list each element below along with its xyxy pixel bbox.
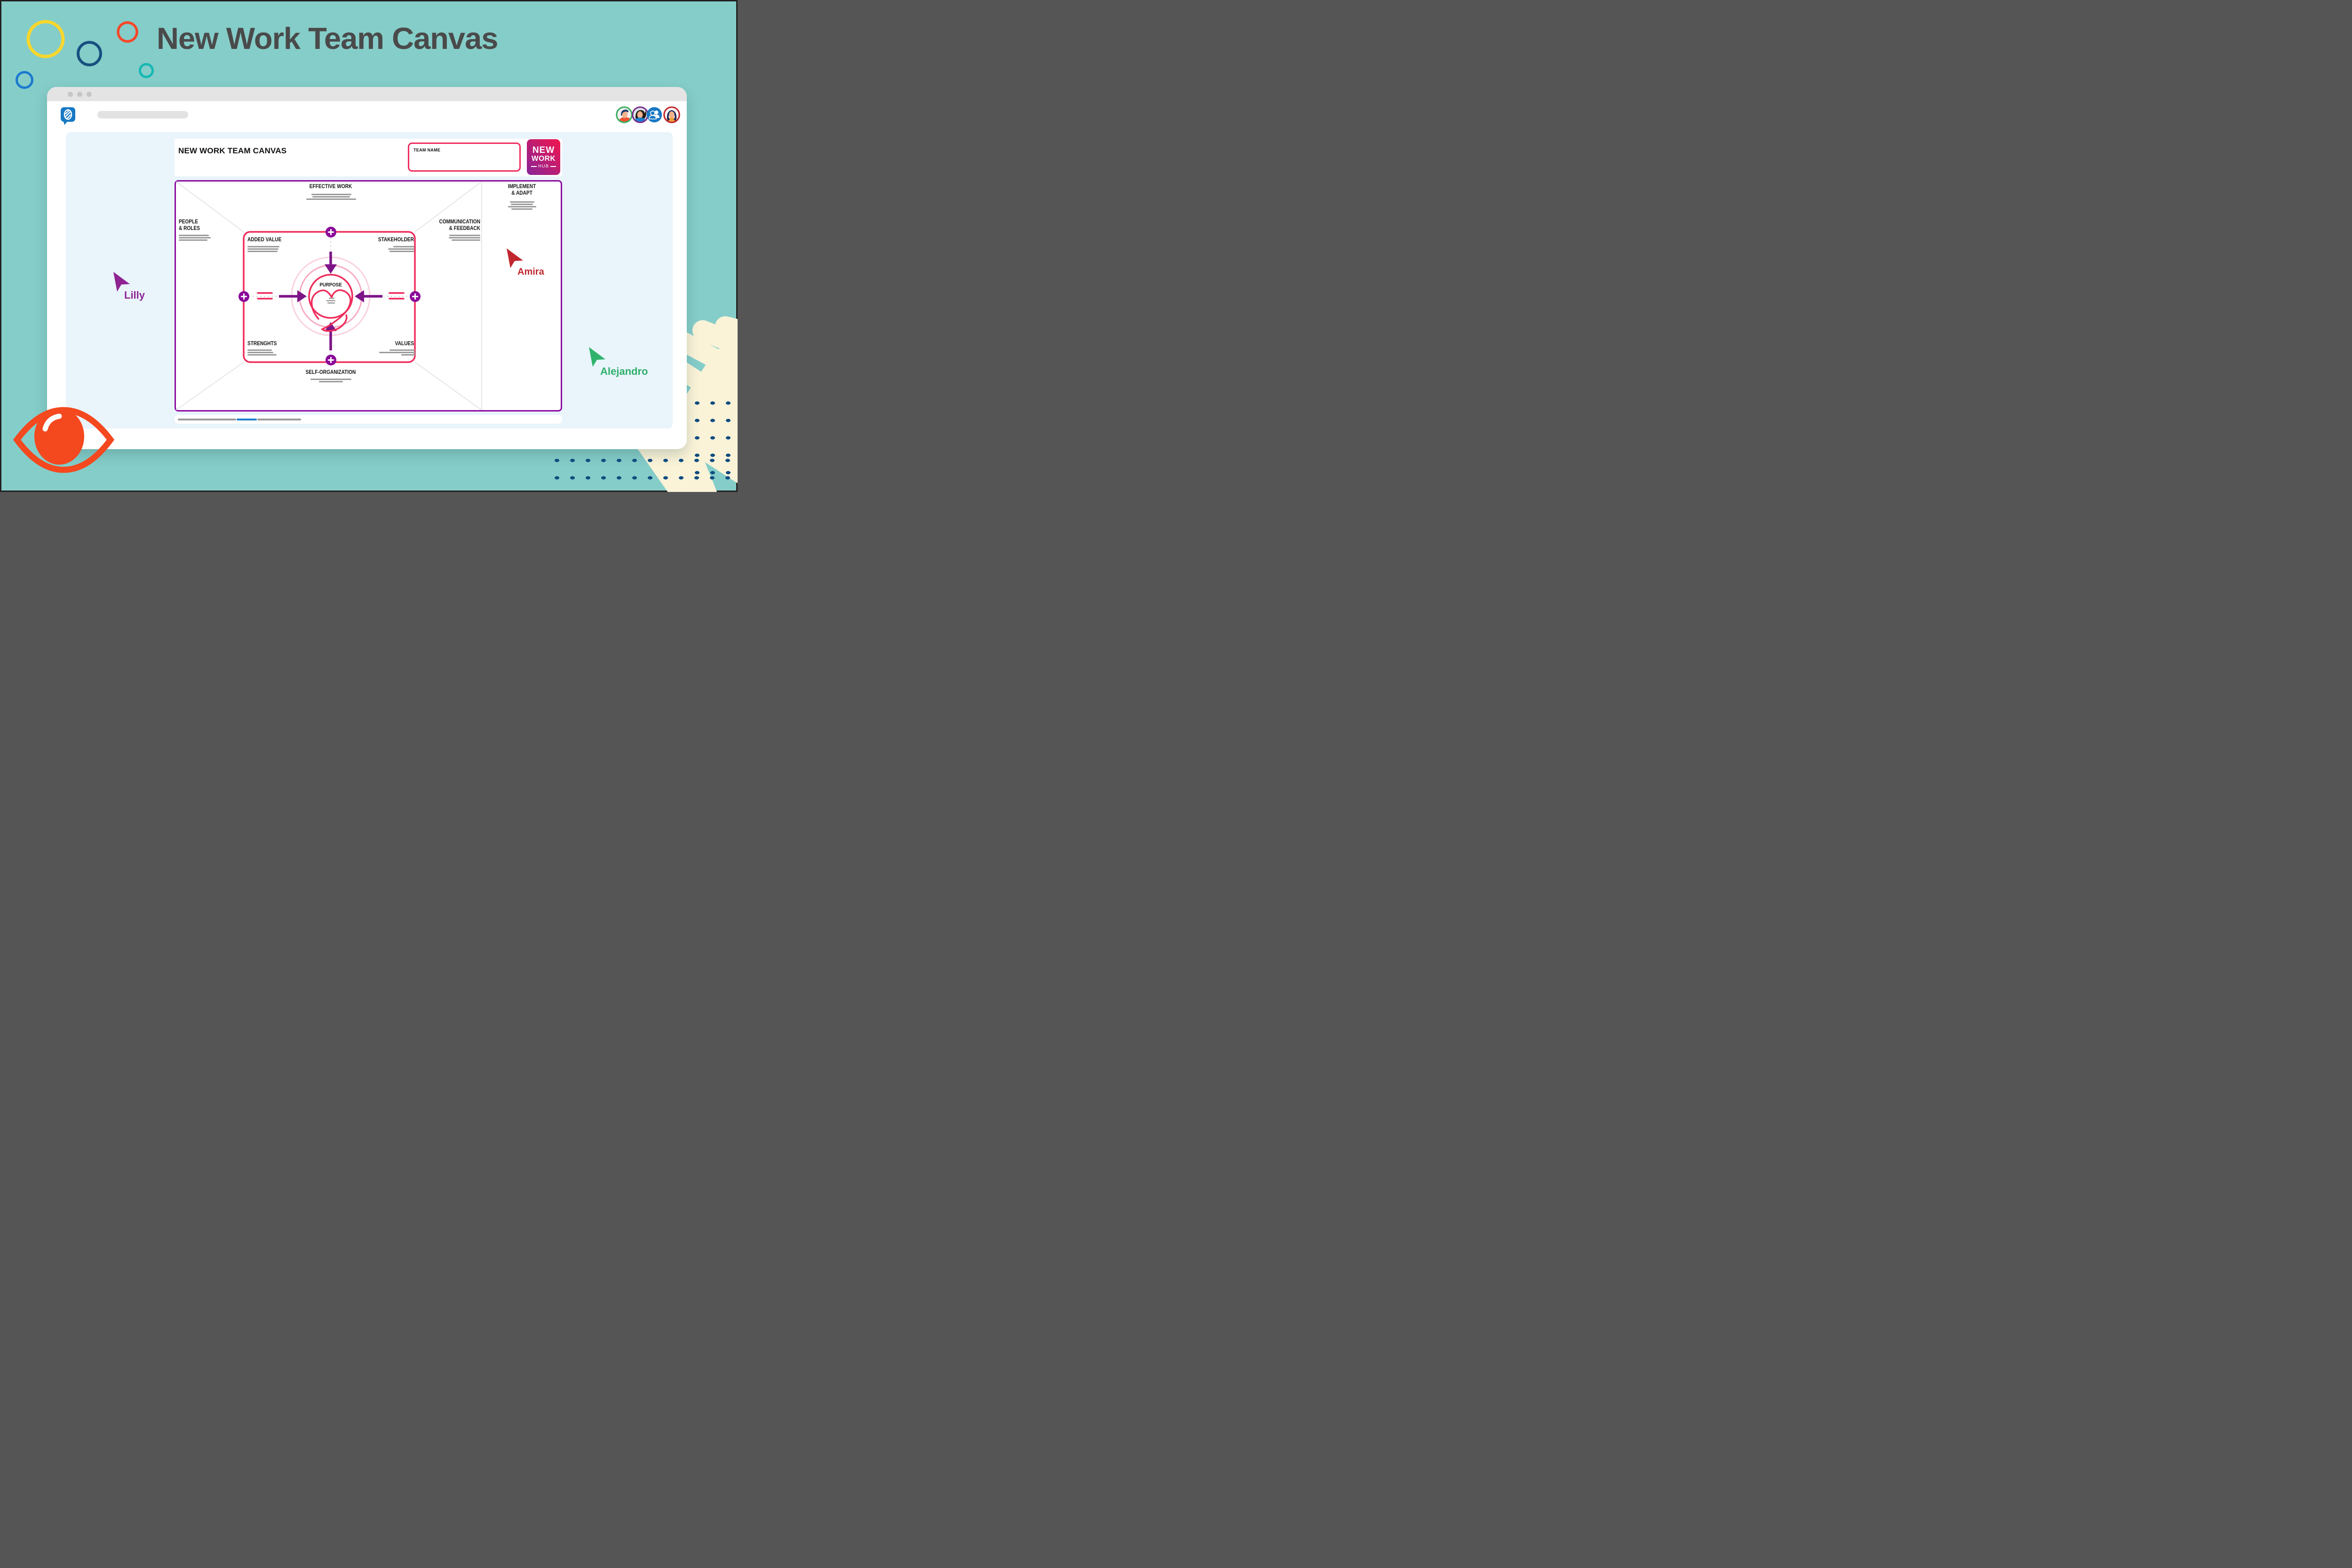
- window-control-dot[interactable]: [77, 92, 82, 97]
- cursor-label: Alejandro: [600, 365, 648, 378]
- section-added-value: ADDED VALUE: [247, 237, 281, 243]
- section-people-roles: PEOPLE & ROLES: [179, 219, 200, 232]
- window-controls: [68, 92, 92, 97]
- placeholder-lines: [179, 235, 211, 242]
- add-button-bottom[interactable]: [326, 355, 336, 365]
- section-stakeholder: STAKEHOLDER: [360, 237, 414, 243]
- cursor-label: Lilly: [124, 289, 145, 301]
- template-title: NEW WORK TEAM CANVAS: [178, 146, 286, 156]
- canvas-scrollbar[interactable]: [175, 415, 562, 424]
- deco-circle-yellow: [28, 22, 63, 56]
- team-name-field[interactable]: TEAM NAME: [408, 143, 521, 172]
- male-avatar-green-ring[interactable]: [616, 106, 633, 123]
- eye-illustration: [13, 404, 114, 476]
- add-button-right[interactable]: [410, 291, 421, 302]
- scrollbar-track-segment[interactable]: [178, 419, 236, 420]
- browser-window: NEW WORK TEAM CANVAS TEAM NAME NEW WORK …: [47, 87, 687, 449]
- deco-circle-navy: [78, 42, 101, 65]
- window-control-dot[interactable]: [87, 92, 92, 97]
- window-control-dot[interactable]: [68, 92, 73, 97]
- scrollbar-thumb[interactable]: [237, 419, 257, 420]
- new-work-hub-logo: NEW WORK HUB: [527, 139, 560, 175]
- deco-circle-blue: [17, 72, 32, 88]
- browser-titlebar: [47, 87, 687, 101]
- placeholder-lines: [310, 379, 351, 383]
- deco-circle-red: [118, 23, 137, 41]
- collaborators-icon[interactable]: [646, 106, 663, 123]
- female-avatar-red-ring[interactable]: [663, 106, 680, 123]
- placeholder-lines: [306, 194, 356, 201]
- section-communication-feedback: COMMUNICATION & FEEDBACK: [414, 219, 480, 232]
- section-self-organization: SELF-ORGANIZATION: [289, 369, 372, 376]
- whiteboard-canvas-area[interactable]: NEW WORK TEAM CANVAS TEAM NAME NEW WORK …: [66, 132, 673, 428]
- team-canvas-template: EFFECTIVE WORK IMPLEMENT & ADAPT PEOPLE …: [175, 180, 562, 412]
- section-values: VALUES: [373, 341, 414, 347]
- team-name-label: TEAM NAME: [413, 148, 440, 152]
- section-purpose: PURPOSE: [298, 282, 364, 288]
- template-header: NEW WORK TEAM CANVAS TEAM NAME NEW WORK …: [175, 139, 562, 176]
- deco-circle-teal: [140, 64, 153, 77]
- board-title-placeholder[interactable]: [97, 111, 188, 119]
- placeholder-lines: [247, 349, 277, 356]
- placeholder-lines: [379, 349, 415, 356]
- section-strenghts: STRENGHTS: [247, 341, 277, 347]
- placeholder-lines: [388, 246, 414, 253]
- add-button-top[interactable]: [326, 227, 336, 238]
- placeholder-lines: [449, 235, 480, 242]
- section-effective-work: EFFECTIVE WORK: [289, 183, 372, 190]
- add-button-left[interactable]: [238, 291, 249, 302]
- dot-grid: [549, 451, 737, 492]
- scrollbar-track-segment[interactable]: [257, 419, 301, 420]
- placeholder-lines: [508, 201, 536, 211]
- cursor-label: Amira: [517, 267, 544, 277]
- decorative-circles: [7, 12, 162, 92]
- section-implement-adapt: IMPLEMENT & ADAPT: [489, 183, 556, 197]
- page: New Work Team Canvas: [0, 0, 738, 492]
- canvas-artwork: [176, 182, 561, 410]
- placeholder-lines: [247, 246, 279, 253]
- conceptboard-logo-icon[interactable]: [60, 107, 76, 126]
- page-title: New Work Team Canvas: [157, 21, 498, 56]
